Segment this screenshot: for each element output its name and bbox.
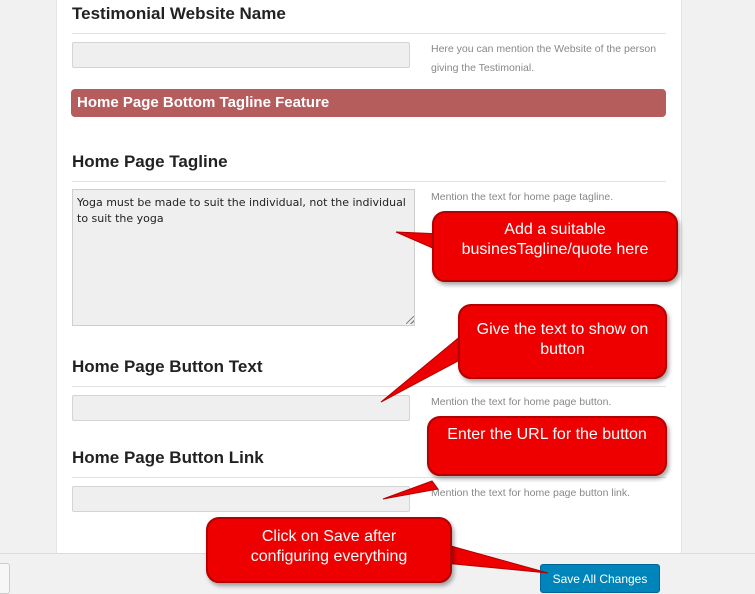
- tagline-heading: Home Page Tagline: [72, 152, 666, 182]
- tagline-textarea[interactable]: Yoga must be made to suit the individual…: [72, 189, 415, 326]
- button-link-field[interactable]: [72, 486, 410, 512]
- button-text-field[interactable]: [72, 395, 410, 421]
- section-title-bar: Home Page Bottom Tagline Feature: [71, 89, 666, 117]
- save-all-changes-button[interactable]: Save All Changes: [540, 564, 660, 593]
- save-callout: Click on Save after configuring everythi…: [206, 517, 452, 583]
- button-link-callout: Enter the URL for the button: [427, 416, 667, 476]
- partial-button[interactable]: [0, 563, 10, 594]
- button-link-description: Mention the text for home page button li…: [431, 487, 631, 499]
- testimonial-website-description: Here you can mention the Website of the …: [431, 43, 657, 74]
- testimonial-website-field[interactable]: [72, 42, 410, 68]
- testimonial-website-heading: Testimonial Website Name: [72, 4, 666, 34]
- tagline-description: Mention the text for home page tagline.: [431, 191, 614, 203]
- button-text-description: Mention the text for home page button.: [431, 396, 612, 408]
- tagline-callout: Add a suitable businesTagline/quote here: [432, 211, 678, 282]
- button-text-callout: Give the text to show on button: [458, 304, 667, 379]
- resize-grip-icon[interactable]: [406, 316, 414, 324]
